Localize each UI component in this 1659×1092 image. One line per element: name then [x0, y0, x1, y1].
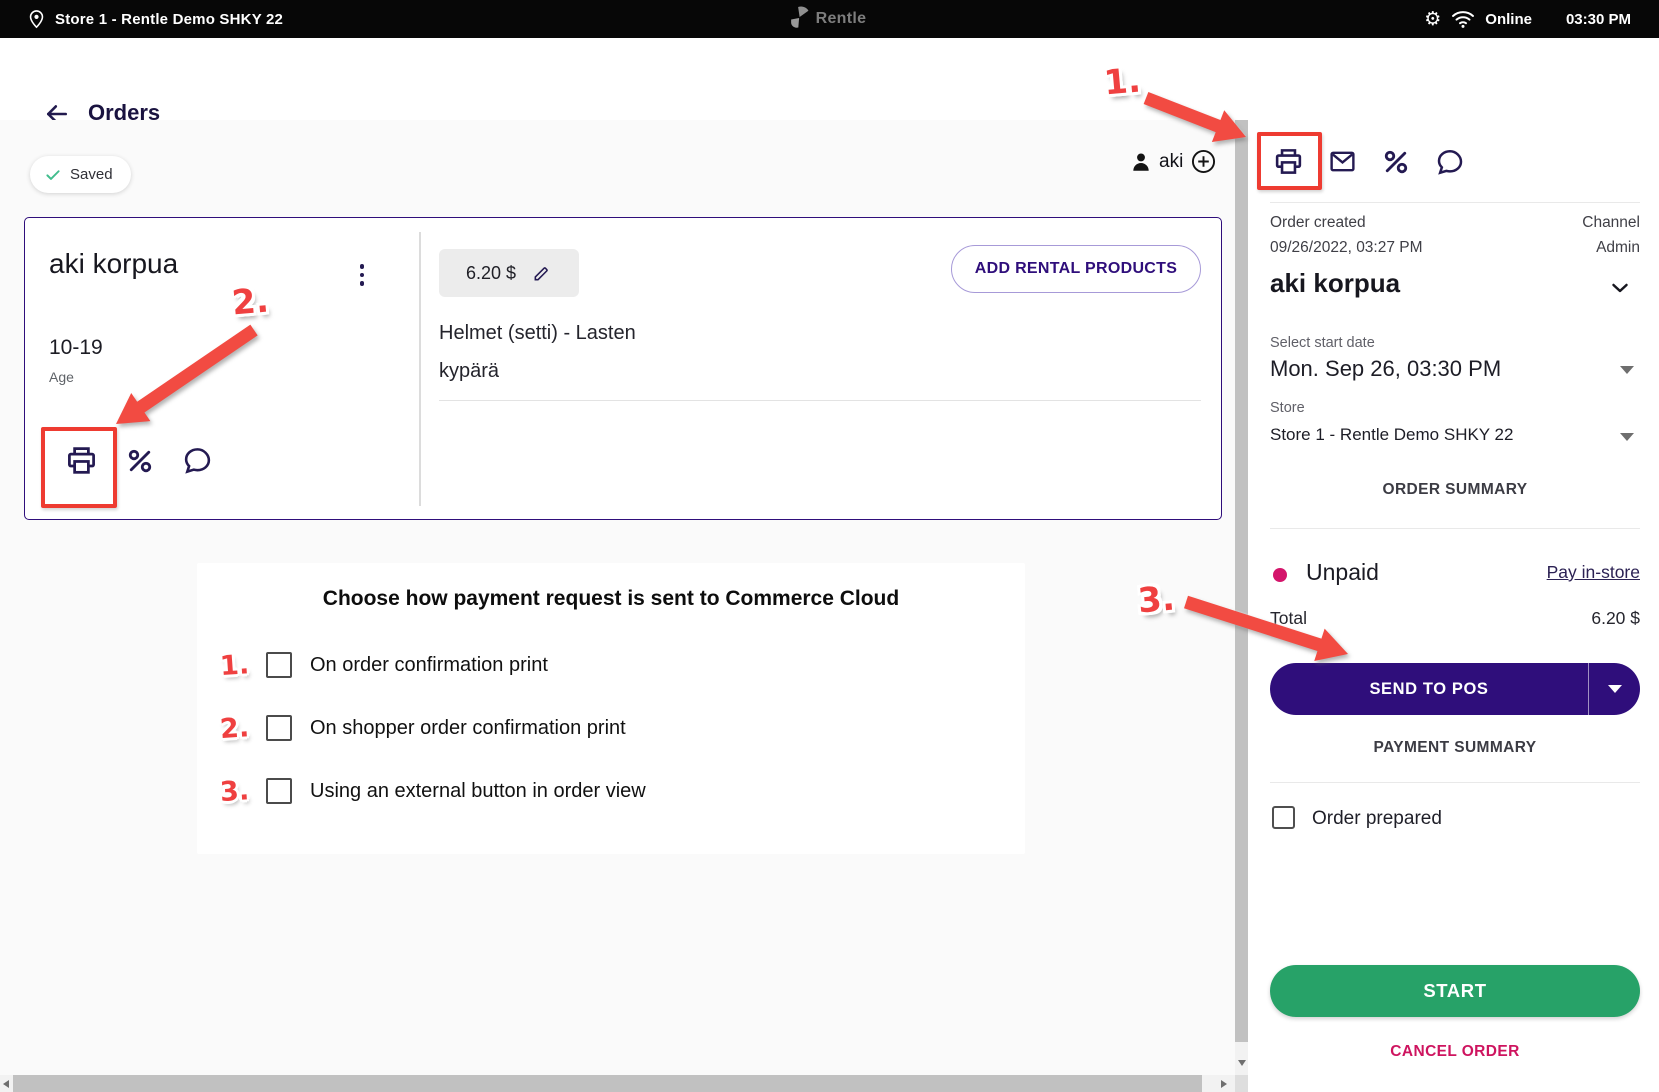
option-number: 1.	[219, 648, 255, 681]
caret-down-icon	[1608, 685, 1622, 693]
start-button[interactable]: START	[1270, 965, 1640, 1017]
product-divider	[439, 400, 1201, 401]
discount-percent-icon[interactable]	[1381, 147, 1411, 177]
payment-option-row: 1. On order confirmation print	[220, 650, 548, 680]
person-icon	[1130, 150, 1152, 174]
sidebar-customer-name: aki korpua	[1270, 268, 1400, 299]
channel-value: Admin	[1596, 239, 1640, 257]
payment-status: Unpaid	[1306, 559, 1379, 586]
location-pin-icon	[26, 9, 47, 30]
clock: 03:30 PM	[1566, 11, 1631, 28]
store-select[interactable]: Store 1 - Rentle Demo SHKY 22	[1270, 425, 1513, 445]
divider	[1270, 528, 1640, 529]
payment-summary-toggle[interactable]: PAYMENT SUMMARY	[1270, 739, 1640, 757]
screen: Store 1 - Rentle Demo SHKY 22 Rentle ⚙	[0, 0, 1659, 1092]
online-status: Online	[1485, 11, 1532, 28]
order-prepared-label: Order prepared	[1312, 808, 1442, 830]
rentle-logo-text: Rentle	[816, 10, 867, 28]
pay-in-store-link[interactable]: Pay in-store	[1547, 562, 1640, 583]
option-label: On shopper order confirmation print	[310, 717, 626, 740]
option-checkbox-1[interactable]	[266, 652, 292, 678]
start-date-select[interactable]: Mon. Sep 26, 03:30 PM	[1270, 356, 1501, 382]
user-name: aki	[1159, 151, 1183, 173]
check-icon	[44, 166, 62, 184]
order-created-value: 09/26/2022, 03:27 PM	[1270, 239, 1423, 257]
vertical-scrollbar[interactable]	[1235, 120, 1248, 1075]
panel-title: Choose how payment request is sent to Co…	[197, 587, 1025, 611]
kebab-menu-icon[interactable]	[351, 260, 373, 290]
start-date-label: Select start date	[1270, 335, 1375, 351]
topbar-store[interactable]: Store 1 - Rentle Demo SHKY 22	[26, 0, 283, 38]
card-divider	[419, 232, 421, 506]
chevron-down-icon[interactable]	[1608, 276, 1632, 300]
total-value: 6.20 $	[1591, 608, 1640, 629]
topbar-store-label: Store 1 - Rentle Demo SHKY 22	[55, 11, 283, 28]
scrollbar-corner	[1235, 1075, 1248, 1092]
order-created-values: 09/26/2022, 03:27 PM Admin	[1270, 239, 1640, 257]
customer-name: aki korpua	[49, 248, 178, 280]
age-value: 10-19	[49, 336, 103, 360]
scroll-down-arrow-icon[interactable]	[1238, 1060, 1246, 1066]
channel-label: Channel	[1582, 214, 1640, 232]
age-label: Age	[49, 369, 74, 385]
product-name-line1: Helmet (setti) - Lasten	[439, 322, 636, 345]
topbar-status: ⚙ Online 03:30 PM	[1424, 0, 1631, 38]
send-to-pos-button[interactable]: SEND TO POS	[1270, 663, 1640, 715]
add-rental-products-button[interactable]: ADD RENTAL PRODUCTS	[951, 245, 1201, 293]
unpaid-status-dot	[1273, 568, 1287, 582]
saved-status-chip: Saved	[30, 156, 131, 193]
option-checkbox-3[interactable]	[266, 778, 292, 804]
order-sidebar: Order created Channel 09/26/2022, 03:27 …	[1248, 38, 1659, 1092]
scroll-right-arrow-icon[interactable]	[1221, 1080, 1227, 1088]
print-icon[interactable]	[1273, 146, 1304, 177]
option-label: Using an external button in order view	[310, 780, 646, 803]
option-label: On order confirmation print	[310, 654, 548, 677]
send-to-pos-dropdown[interactable]	[1589, 663, 1640, 715]
price-value: 6.20 $	[466, 263, 516, 284]
order-summary-toggle[interactable]: ORDER SUMMARY	[1270, 481, 1640, 499]
edit-pencil-icon	[532, 263, 552, 283]
payment-request-panel: Choose how payment request is sent to Co…	[197, 563, 1025, 854]
order-created-row: Order created Channel	[1270, 214, 1640, 232]
price-chip[interactable]: 6.20 $	[439, 249, 579, 297]
cancel-order-button[interactable]: CANCEL ORDER	[1270, 1043, 1640, 1061]
print-icon[interactable]	[65, 444, 98, 477]
horizontal-scrollbar[interactable]	[0, 1075, 1235, 1092]
rentle-logo-icon	[790, 6, 809, 32]
option-checkbox-2[interactable]	[266, 715, 292, 741]
order-item-card: aki korpua 10-19 Age	[24, 217, 1222, 520]
sidebar-action-row	[1273, 146, 1465, 177]
start-date-dropdown-icon[interactable]	[1620, 366, 1634, 374]
divider	[1270, 202, 1640, 203]
rentle-logo: Rentle	[790, 0, 867, 38]
option-number: 2.	[219, 711, 255, 744]
divider	[1270, 782, 1640, 783]
store-dropdown-icon[interactable]	[1620, 433, 1634, 441]
payment-option-row: 3. Using an external button in order vie…	[220, 776, 646, 806]
vertical-scrollbar-thumb[interactable]	[1235, 120, 1248, 1042]
order-created-label: Order created	[1270, 214, 1366, 232]
settings-gear-icon[interactable]: ⚙	[1424, 10, 1441, 29]
wifi-icon	[1451, 9, 1475, 29]
payment-option-row: 2. On shopper order confirmation print	[220, 713, 626, 743]
option-number: 3.	[219, 774, 255, 807]
scroll-left-arrow-icon[interactable]	[3, 1080, 9, 1088]
total-label: Total	[1270, 608, 1307, 629]
add-user-icon[interactable]	[1190, 148, 1217, 175]
discount-percent-icon[interactable]	[125, 446, 155, 476]
horizontal-scrollbar-thumb[interactable]	[13, 1075, 1202, 1092]
topbar: Store 1 - Rentle Demo SHKY 22 Rentle ⚙	[0, 0, 1659, 38]
product-name-line2: kypärä	[439, 360, 499, 383]
email-icon[interactable]	[1328, 147, 1357, 176]
store-label: Store	[1270, 400, 1305, 416]
order-prepared-checkbox[interactable]	[1272, 806, 1295, 829]
comment-icon[interactable]	[1435, 147, 1465, 177]
send-to-pos-label[interactable]: SEND TO POS	[1270, 663, 1588, 715]
comment-icon[interactable]	[182, 445, 213, 476]
saved-label: Saved	[70, 166, 113, 183]
user-chip[interactable]: aki	[1130, 148, 1217, 175]
card-action-row	[65, 444, 213, 477]
